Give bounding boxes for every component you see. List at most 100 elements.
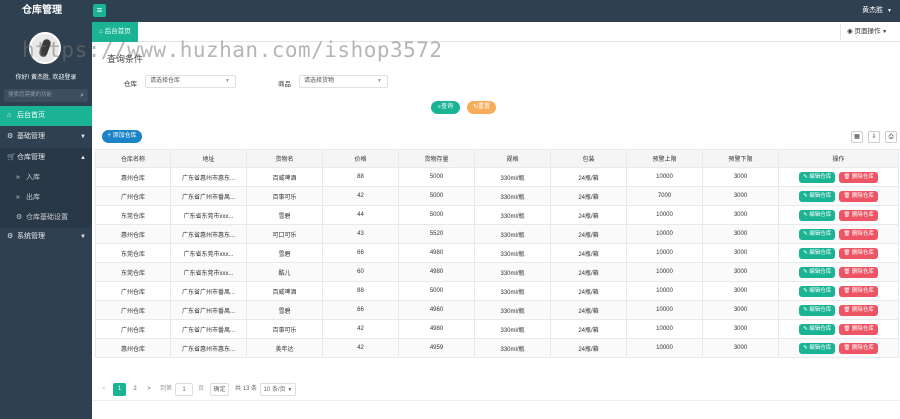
- column-header[interactable]: 货物名: [246, 149, 323, 168]
- warehouse-select[interactable]: 请选择仓库 ▼: [145, 75, 236, 88]
- column-header[interactable]: 仓库名称: [95, 149, 171, 168]
- reset-button[interactable]: ↻重置: [467, 101, 496, 114]
- column-header[interactable]: 价格: [322, 149, 399, 168]
- edit-warehouse-button[interactable]: ✎ 编辑仓库: [799, 228, 836, 240]
- trash-icon: 🗑: [843, 287, 852, 294]
- page-2-button[interactable]: 2: [129, 383, 141, 396]
- edit-label: 编辑仓库: [809, 230, 832, 237]
- column-header[interactable]: 货物存量: [398, 149, 475, 168]
- actions-cell: ✎ 编辑仓库 🗑 删除仓库: [778, 338, 899, 358]
- edit-warehouse-button[interactable]: ✎ 编辑仓库: [799, 342, 836, 354]
- delete-warehouse-button[interactable]: 🗑 删除仓库: [839, 209, 878, 221]
- page-unit-label: 页: [197, 386, 204, 392]
- delete-warehouse-button[interactable]: 🗑 删除仓库: [839, 323, 878, 335]
- column-header[interactable]: 规格: [474, 149, 551, 168]
- edit-label: 编辑仓库: [809, 249, 832, 256]
- table-row: 惠州仓库 广东省惠州市惠东... 可口可乐 43 5520 330ml/瓶 24瓶/箱 100…: [95, 224, 899, 244]
- goto-page-input[interactable]: 1: [175, 383, 193, 396]
- table-cell: 24瓶/箱: [550, 262, 627, 282]
- trash-icon: 🗑: [843, 211, 852, 218]
- sidebar-item-warehouse[interactable]: 🛒仓库管理 ▲: [0, 148, 92, 168]
- table-cell: 广东省广州市番禺...: [170, 300, 247, 320]
- table-row: 东莞仓库 广东省东莞市xxx... 酷儿 60 4980 330ml/瓶 24瓶/箱 1000…: [95, 262, 899, 282]
- page-1-button[interactable]: 1: [113, 383, 126, 396]
- sidebar-item-basic[interactable]: ⚙ 基础管理 ▼: [0, 127, 92, 147]
- search-button[interactable]: ⌕查询: [431, 101, 460, 114]
- table-cell: 60: [322, 262, 399, 282]
- table-cell: 惠州仓库: [95, 224, 171, 244]
- column-header[interactable]: 预警上限: [626, 149, 703, 168]
- table-body: 惠州仓库 广东省惠州市惠东... 百威啤酒 88 5000 330ml/瓶 24瓶/箱 100…: [95, 167, 899, 358]
- actions-cell: ✎ 编辑仓库 🗑 删除仓库: [778, 167, 899, 187]
- delete-warehouse-button[interactable]: 🗑 删除仓库: [839, 342, 878, 354]
- table-row: 东莞仓库 广东省东莞市xxx... 雪碧 66 4980 330ml/瓶 24瓶/箱 1000…: [95, 243, 899, 263]
- add-warehouse-button[interactable]: + 添加仓库: [102, 130, 142, 143]
- print-button[interactable]: ⎙: [885, 131, 897, 143]
- table-cell: 东莞仓库: [95, 262, 171, 282]
- edit-warehouse-button[interactable]: ✎ 编辑仓库: [799, 285, 836, 297]
- sidebar-item-label: 仓库管理: [17, 154, 45, 161]
- column-header[interactable]: 包装: [550, 149, 627, 168]
- sidebar-search-input[interactable]: 搜索您需要的功能 ⌕: [4, 89, 88, 102]
- prev-page-button[interactable]: <: [99, 383, 109, 396]
- next-page-button[interactable]: >: [144, 383, 154, 396]
- page-size-select[interactable]: 10 条/页 ▼: [260, 383, 296, 396]
- table-cell: 10000: [626, 338, 703, 358]
- page-operations-menu[interactable]: ◉ 页面操作 ▼: [840, 24, 900, 40]
- delete-warehouse-button[interactable]: 🗑 删除仓库: [839, 171, 878, 183]
- edit-warehouse-button[interactable]: ✎ 编辑仓库: [799, 323, 836, 335]
- delete-warehouse-button[interactable]: 🗑 删除仓库: [839, 228, 878, 240]
- table-cell: 66: [322, 243, 399, 263]
- sidebar-item-system[interactable]: ⚙ 系统管理 ▼: [0, 227, 92, 247]
- column-header[interactable]: 操作: [778, 149, 899, 168]
- actions-cell: ✎ 编辑仓库 🗑 删除仓库: [778, 243, 899, 263]
- search-icon[interactable]: ⌕: [80, 89, 84, 102]
- edit-warehouse-button[interactable]: ✎ 编辑仓库: [799, 266, 836, 278]
- table-cell: 330ml/瓶: [474, 262, 551, 282]
- hamburger-icon[interactable]: ≡: [93, 4, 106, 17]
- edit-warehouse-button[interactable]: ✎ 编辑仓库: [799, 171, 836, 183]
- user-menu[interactable]: 黄杰胜 ▼: [862, 0, 892, 22]
- delete-warehouse-button[interactable]: 🗑 删除仓库: [839, 247, 878, 259]
- delete-warehouse-button[interactable]: 🗑 删除仓库: [839, 190, 878, 202]
- table-cell: 42: [322, 186, 399, 206]
- edit-label: 编辑仓库: [809, 192, 832, 199]
- column-header[interactable]: 预警下限: [702, 149, 779, 168]
- table-cell: 百威啤酒: [246, 167, 323, 187]
- trash-icon: 🗑: [843, 268, 852, 275]
- table-cell: 330ml/瓶: [474, 205, 551, 225]
- warehouse-label: 仓库: [124, 81, 137, 88]
- caret-down-icon: ▼: [80, 134, 86, 140]
- double-chevron-icon: »: [16, 194, 20, 201]
- confirm-button[interactable]: 确定: [210, 383, 229, 396]
- table-cell: 330ml/瓶: [474, 319, 551, 339]
- edit-warehouse-button[interactable]: ✎ 编辑仓库: [799, 190, 836, 202]
- table-cell: 广东省广州市番禺...: [170, 281, 247, 301]
- table-cell: 3000: [702, 224, 779, 244]
- goods-select[interactable]: 请选择货物 ▼: [299, 75, 388, 88]
- delete-warehouse-button[interactable]: 🗑 删除仓库: [839, 266, 878, 278]
- watermark: https://www.huzhan.com/ishop3572: [22, 38, 443, 62]
- table-cell: 3000: [702, 243, 779, 263]
- edit-warehouse-button[interactable]: ✎ 编辑仓库: [799, 209, 836, 221]
- edit-label: 编辑仓库: [809, 306, 832, 313]
- sidebar-item-warehouse-settings[interactable]: ⚙ 仓库基础设置: [0, 208, 92, 228]
- table-cell: 5520: [398, 224, 475, 244]
- sidebar-item-inbound[interactable]: » 入库: [0, 168, 92, 188]
- column-header[interactable]: 地址: [170, 149, 247, 168]
- search-button-label: 查询: [441, 104, 454, 110]
- delete-warehouse-button[interactable]: 🗑 删除仓库: [839, 304, 878, 316]
- sidebar-item-outbound[interactable]: » 出库: [0, 188, 92, 208]
- edit-warehouse-button[interactable]: ✎ 编辑仓库: [799, 247, 836, 259]
- table-cell: 4980: [398, 319, 475, 339]
- table-cell: 10000: [626, 300, 703, 320]
- total-count: 共 13 条: [234, 386, 257, 392]
- actions-cell: ✎ 编辑仓库 🗑 删除仓库: [778, 224, 899, 244]
- table-cell: 3000: [702, 205, 779, 225]
- columns-toggle-button[interactable]: ▦: [851, 131, 863, 143]
- edit-warehouse-button[interactable]: ✎ 编辑仓库: [799, 304, 836, 316]
- delete-warehouse-button[interactable]: 🗑 删除仓库: [839, 285, 878, 297]
- table-cell: 5000: [398, 281, 475, 301]
- export-button[interactable]: ⇩: [868, 131, 880, 143]
- sidebar-item-home[interactable]: ⌂ 后台首页: [0, 106, 92, 126]
